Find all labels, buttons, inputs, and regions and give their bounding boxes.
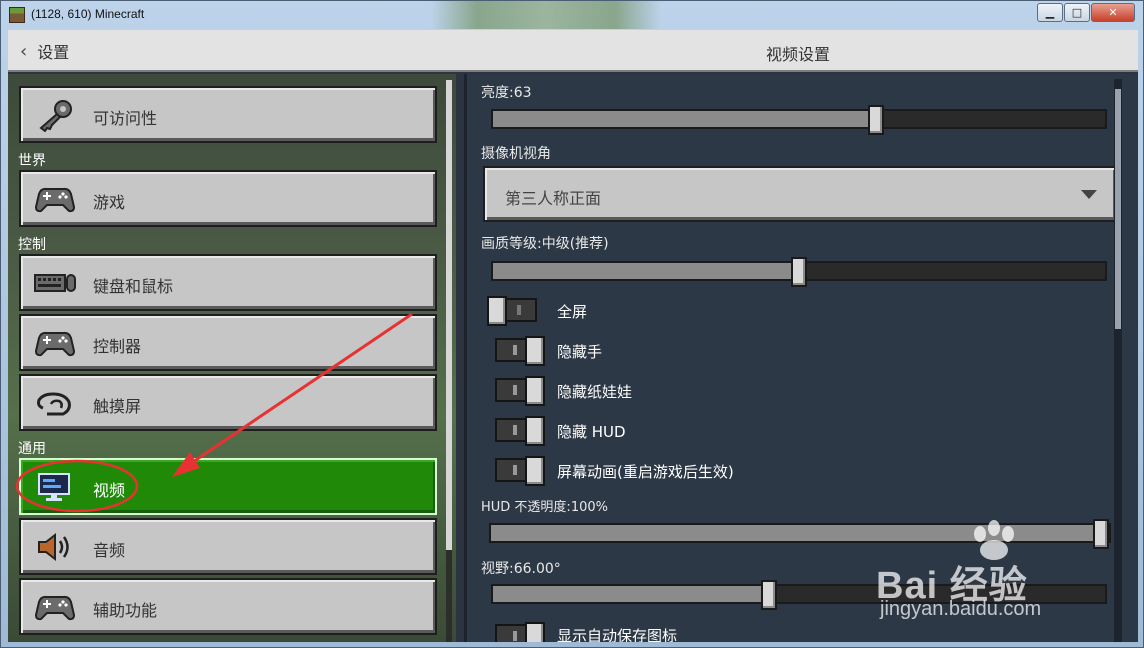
screen-animation-label: 屏幕动画(重启游戏后生效) bbox=[557, 463, 734, 481]
toggle-knob bbox=[487, 296, 507, 326]
maximize-button[interactable]: □ bbox=[1064, 3, 1090, 22]
settings-scrollbar-thumb[interactable] bbox=[1115, 89, 1121, 329]
touch-icon bbox=[37, 392, 71, 416]
dropdown-value: 第三人称正面 bbox=[505, 189, 602, 208]
sidebar-item-label: 触摸屏 bbox=[93, 397, 142, 416]
sidebar-item-label: 音频 bbox=[93, 541, 126, 560]
slider-fill bbox=[491, 525, 1101, 541]
chevron-down-icon bbox=[1081, 190, 1097, 199]
slider-handle[interactable] bbox=[791, 257, 807, 287]
graphics-slider[interactable] bbox=[491, 257, 1107, 287]
hud-opacity-slider[interactable] bbox=[489, 519, 1111, 549]
close-button[interactable]: ✕ bbox=[1091, 3, 1135, 22]
fullscreen-toggle[interactable] bbox=[487, 296, 537, 326]
key-icon bbox=[39, 100, 72, 132]
minimize-button[interactable]: ▁ bbox=[1037, 3, 1063, 22]
sidebar-item-label: 游戏 bbox=[93, 193, 126, 212]
back-button[interactable]: ‹ 设置 bbox=[20, 39, 69, 63]
toggle-knob bbox=[525, 456, 545, 486]
toggle-pip bbox=[513, 425, 517, 435]
slider-handle[interactable] bbox=[868, 105, 884, 135]
fov-label: 视野:66.00° bbox=[481, 561, 561, 577]
sidebar-item-label: 辅助功能 bbox=[93, 601, 158, 620]
sidebar-item-label: 可访问性 bbox=[93, 109, 158, 128]
page-title: 视频设置 bbox=[765, 45, 830, 64]
toggle-knob bbox=[525, 416, 545, 446]
category-controls: 控制 bbox=[18, 237, 46, 253]
settings-sidebar: 可访问性 世界 游戏 控制 键盘和鼠标 控制器 触摸屏 通用 视频 音频 辅助功… bbox=[8, 74, 456, 642]
brightness-slider[interactable] bbox=[491, 105, 1107, 135]
title-bar[interactable]: (1128, 610) Minecraft ▁ □ ✕ bbox=[1, 1, 1144, 29]
toggle-pip bbox=[513, 385, 517, 395]
slider-handle[interactable] bbox=[1093, 519, 1109, 549]
sidebar-item-label: 控制器 bbox=[93, 337, 142, 356]
toggle-pip bbox=[513, 465, 517, 475]
chevron-left-icon: ‹ bbox=[20, 40, 28, 62]
controller-icon bbox=[34, 331, 76, 357]
hide-paperdoll-toggle[interactable] bbox=[495, 376, 545, 406]
category-world: 世界 bbox=[18, 153, 46, 169]
toggle-pip bbox=[517, 305, 521, 315]
hide-paperdoll-label: 隐藏纸娃娃 bbox=[557, 383, 633, 401]
controller-icon bbox=[34, 595, 76, 621]
sidebar-item-keyboard-mouse[interactable]: 键盘和鼠标 bbox=[19, 254, 437, 311]
camera-label: 摄像机视角 bbox=[481, 146, 551, 162]
minecraft-app-icon bbox=[9, 7, 25, 23]
hide-hud-toggle[interactable] bbox=[495, 416, 545, 446]
fullscreen-label: 全屏 bbox=[557, 303, 588, 321]
toggle-knob bbox=[525, 336, 545, 366]
client-area: ‹ 设置 视频设置 可访问性 世界 游戏 控制 键盘和鼠标 控制器 触摸屏 通用… bbox=[8, 30, 1138, 642]
minecraft-window: (1128, 610) Minecraft ▁ □ ✕ ‹ 设置 视频设置 可访… bbox=[0, 0, 1144, 648]
sidebar-item-helper[interactable]: 辅助功能 bbox=[19, 578, 437, 635]
video-settings-panel: 亮度:63 摄像机视角 第三人称正面 画质等级:中级(推荐) 全屏 隐藏手 隐藏… bbox=[464, 74, 1138, 642]
speaker-icon bbox=[38, 532, 69, 562]
hide-hud-label: 隐藏 HUD bbox=[557, 423, 626, 441]
sidebar-item-label: 键盘和鼠标 bbox=[93, 277, 174, 296]
toggle-knob bbox=[525, 622, 545, 642]
hud-opacity-label: HUD 不透明度:100% bbox=[481, 500, 608, 515]
brightness-label: 亮度:63 bbox=[481, 85, 532, 101]
keyboard-mouse-icon bbox=[34, 274, 76, 292]
sidebar-scrollbar-thumb[interactable] bbox=[446, 80, 452, 550]
slider-handle[interactable] bbox=[761, 580, 777, 610]
camera-perspective-dropdown[interactable]: 第三人称正面 bbox=[483, 166, 1117, 222]
title-decoration bbox=[431, 1, 661, 29]
sidebar-item-game[interactable]: 游戏 bbox=[19, 170, 437, 227]
hide-hand-toggle[interactable] bbox=[495, 336, 545, 366]
autosave-icon-label: 显示自动保存图标 bbox=[557, 627, 678, 642]
graphics-label: 画质等级:中级(推荐) bbox=[481, 236, 609, 252]
slider-fill bbox=[493, 263, 799, 279]
settings-scrollbar[interactable] bbox=[1114, 79, 1122, 642]
sidebar-item-touchscreen[interactable]: 触摸屏 bbox=[19, 374, 437, 431]
toggle-pip bbox=[513, 345, 517, 355]
hide-hand-label: 隐藏手 bbox=[557, 343, 603, 361]
sidebar-item-audio[interactable]: 音频 bbox=[19, 518, 437, 575]
sidebar-item-accessibility[interactable]: 可访问性 bbox=[19, 86, 437, 143]
settings-header: ‹ 设置 视频设置 bbox=[8, 30, 1138, 72]
monitor-icon bbox=[38, 473, 70, 501]
sidebar-item-controller[interactable]: 控制器 bbox=[19, 314, 437, 371]
screen-animation-toggle[interactable] bbox=[495, 456, 545, 486]
autosave-icon-toggle[interactable] bbox=[495, 622, 545, 642]
toggle-pip bbox=[513, 631, 517, 641]
controller-icon bbox=[34, 187, 76, 213]
slider-fill bbox=[493, 111, 876, 127]
slider-fill bbox=[493, 586, 769, 602]
toggle-knob bbox=[525, 376, 545, 406]
sidebar-item-video[interactable]: 视频 bbox=[19, 458, 437, 515]
category-general: 通用 bbox=[18, 441, 46, 457]
fov-slider[interactable] bbox=[491, 580, 1107, 610]
window-title: (1128, 610) Minecraft bbox=[31, 7, 145, 21]
back-label: 设置 bbox=[37, 43, 70, 62]
sidebar-scrollbar[interactable] bbox=[446, 80, 452, 642]
sidebar-item-label: 视频 bbox=[93, 481, 126, 500]
